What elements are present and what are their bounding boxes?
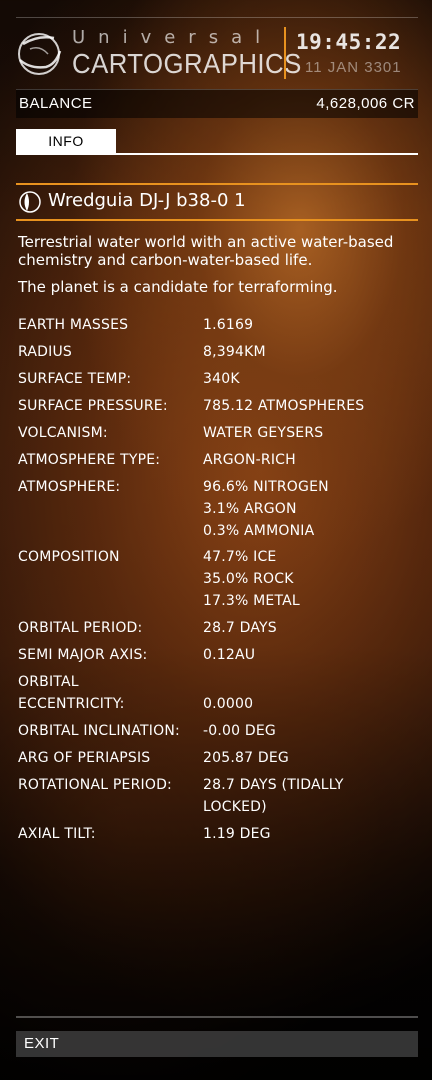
game-clock: 19:45:22 [296, 30, 402, 54]
stat-value: 3.1% ARGON [203, 501, 297, 517]
stat-key: SURFACE PRESSURE: [18, 398, 168, 414]
title-divider-bottom [16, 219, 418, 221]
stat-value: 8,394KM [203, 344, 266, 360]
title-divider-top [16, 183, 418, 185]
tab-underline [16, 153, 418, 155]
stat-value: 205.87 DEG [203, 750, 289, 766]
stat-value: 28.7 DAYS [203, 620, 277, 636]
stat-value: 785.12 ATMOSPHERES [203, 398, 365, 414]
stat-value: 0.12AU [203, 647, 256, 663]
footer-divider [16, 1016, 418, 1018]
stat-value: 0.0000 [203, 696, 254, 712]
stat-key: ECCENTRICITY: [18, 696, 125, 712]
planet-icon [18, 190, 42, 218]
stat-key: ROTATIONAL PERIOD: [18, 777, 172, 793]
system-map-info-panel: Universal CARTOGRAPHICS 19:45:22 11 JAN … [0, 0, 432, 1080]
stat-value: 1.6169 [203, 317, 254, 333]
stat-key: ORBITAL [18, 674, 79, 690]
header-accent-divider [284, 27, 286, 79]
stat-key: AXIAL TILT: [18, 826, 96, 842]
stat-value: 96.6% NITROGEN [203, 479, 329, 495]
universal-cartographics-logo-icon [16, 27, 64, 83]
stat-key: ATMOSPHERE TYPE: [18, 452, 161, 468]
brand-name-bottom: CARTOGRAPHICS [72, 48, 302, 79]
stat-value: 47.7% ICE [203, 549, 277, 565]
stat-value: -0.00 DEG [203, 723, 276, 739]
brand-name-top: Universal [72, 27, 274, 48]
balance-label: BALANCE [19, 95, 93, 112]
stat-value: 0.3% AMMONIA [203, 523, 315, 539]
header-divider [16, 17, 418, 18]
stat-key: SEMI MAJOR AXIS: [18, 647, 148, 663]
stat-key: ORBITAL PERIOD: [18, 620, 143, 636]
stat-key: RADIUS [18, 344, 72, 360]
stat-key: SURFACE TEMP: [18, 371, 132, 387]
exit-button[interactable]: EXIT [16, 1031, 418, 1057]
stat-key: COMPOSITION [18, 549, 120, 565]
tab-info[interactable]: INFO [16, 129, 116, 153]
stat-value: 340K [203, 371, 240, 387]
stat-key: EARTH MASSES [18, 317, 129, 333]
planet-description: Terrestrial water world with an active w… [18, 233, 394, 269]
stat-value: WATER GEYSERS [203, 425, 324, 441]
stat-key: ORBITAL INCLINATION: [18, 723, 180, 739]
stat-value: 28.7 DAYS (TIDALLY [203, 777, 344, 793]
balance-bar: BALANCE 4,628,006 CR [16, 89, 418, 118]
stat-key: VOLCANISM: [18, 425, 108, 441]
stat-value: 1.19 DEG [203, 826, 271, 842]
stat-value: ARGON-RICH [203, 452, 296, 468]
stat-value: 17.3% METAL [203, 593, 300, 609]
terraforming-note: The planet is a candidate for terraformi… [18, 278, 338, 296]
stat-key: ARG OF PERIAPSIS [18, 750, 151, 766]
stat-value: 35.0% ROCK [203, 571, 294, 587]
planet-name: Wredguia DJ-J b38-0 1 [48, 190, 246, 211]
balance-value: 4,628,006 CR [316, 95, 415, 112]
game-date: 11 JAN 3301 [305, 59, 402, 76]
stat-value: LOCKED) [203, 799, 267, 815]
stat-key: ATMOSPHERE: [18, 479, 121, 495]
